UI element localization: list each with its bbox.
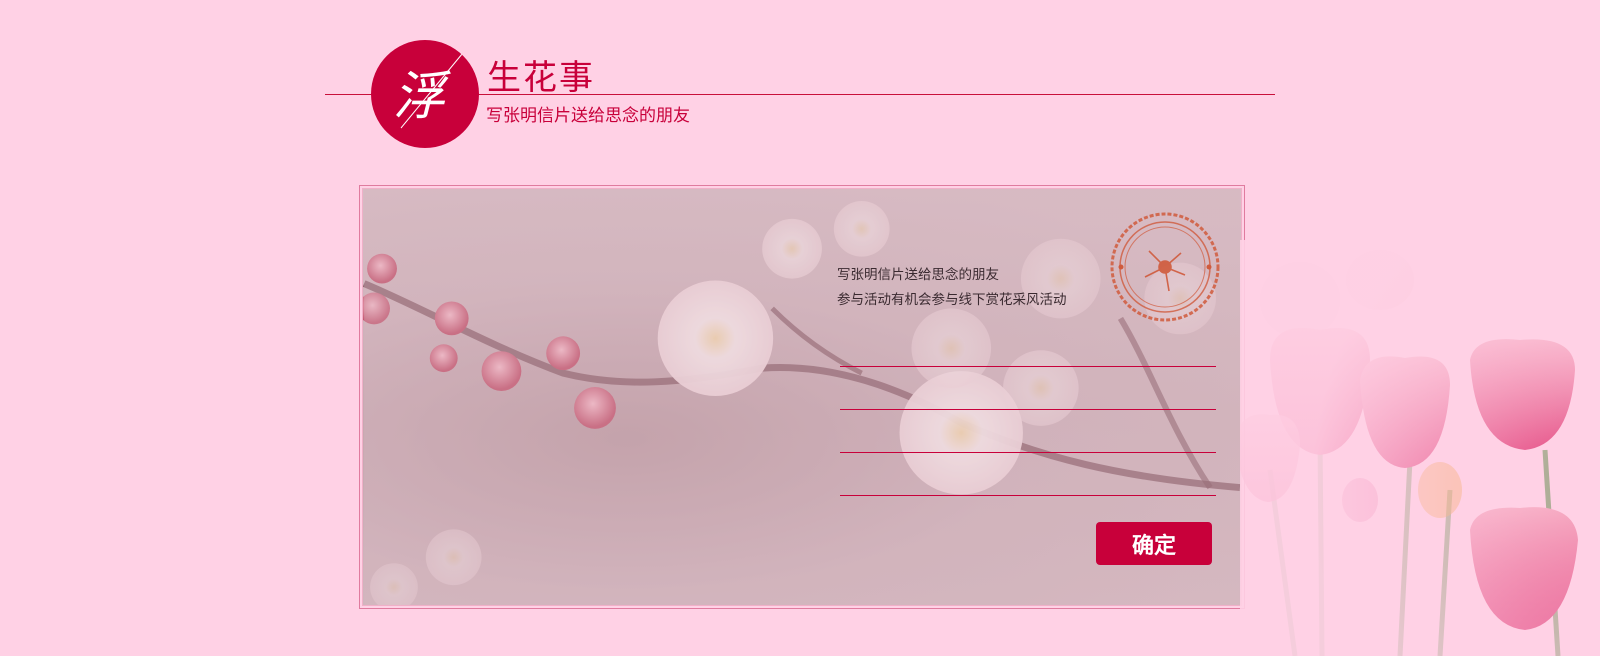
message-input-2[interactable] xyxy=(840,384,1216,410)
page-title: 生花事 xyxy=(487,58,595,98)
tulips-image xyxy=(1240,240,1600,656)
postcard: 写张明信片送给思念的朋友 参与活动有机会参与线下赏花采风活动 确定 xyxy=(359,185,1245,609)
message-input-4[interactable] xyxy=(840,470,1216,496)
logo-circle-icon: 浮 xyxy=(371,40,479,148)
page-subtitle: 写张明信片送给思念的朋友 xyxy=(486,106,690,126)
message-input-1[interactable] xyxy=(840,341,1216,367)
postmark-stamp-icon xyxy=(1110,212,1220,322)
message-input-3[interactable] xyxy=(840,427,1216,453)
card-message-line2: 参与活动有机会参与线下赏花采风活动 xyxy=(837,292,1067,308)
postcard-inner: 写张明信片送给思念的朋友 参与活动有机会参与线下赏花采风活动 确定 xyxy=(362,188,1242,606)
card-message-line1: 写张明信片送给思念的朋友 xyxy=(837,267,999,283)
confirm-button[interactable]: 确定 xyxy=(1096,522,1212,565)
logo-slash xyxy=(400,47,468,129)
